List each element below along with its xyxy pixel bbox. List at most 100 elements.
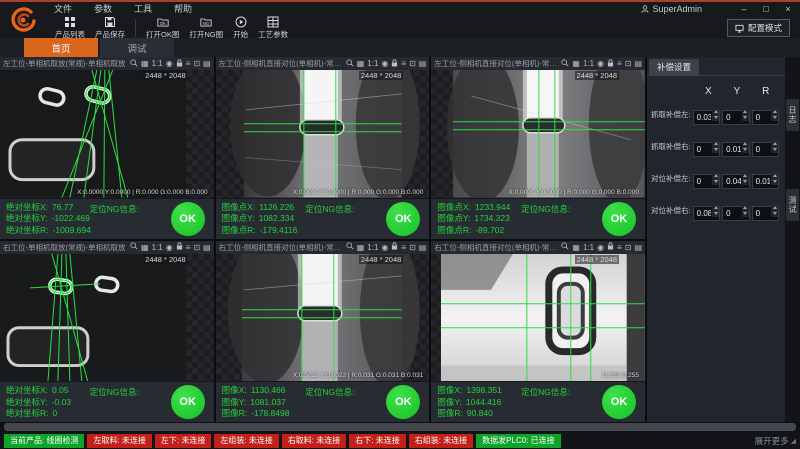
zoom-icon[interactable] [346, 242, 354, 252]
start-button[interactable]: 开始 [228, 15, 253, 41]
window-controls: – □ × [738, 4, 794, 14]
ok-indicator[interactable]: OK [386, 202, 420, 236]
menu-help[interactable]: 帮助 [174, 2, 192, 15]
spinner-arrows[interactable] [742, 140, 749, 153]
fit-view-icon[interactable]: ⊡ [193, 243, 200, 252]
tab-debug[interactable]: 调试 [100, 38, 174, 57]
eye-icon[interactable]: ◉ [166, 243, 173, 252]
lock-icon[interactable] [607, 59, 614, 69]
spinner-arrows[interactable] [712, 204, 719, 217]
maximize-button[interactable]: □ [760, 4, 772, 14]
list-icon[interactable]: ≡ [186, 59, 191, 68]
spinner-arrows[interactable] [771, 204, 778, 217]
side-tab-log[interactable]: 日志 [786, 99, 799, 131]
list-icon[interactable]: ≡ [617, 59, 622, 68]
spinner-arrows[interactable] [712, 108, 719, 121]
camera-view[interactable]: 2448 * 2048 G:255 B:255 [431, 254, 645, 382]
img-x-label: 图像点X: [437, 202, 471, 212]
lock-icon[interactable] [391, 59, 398, 69]
save-image-icon[interactable]: ▤ [419, 59, 427, 68]
process-params-button[interactable]: 工艺参数 [253, 15, 293, 41]
expand-more-button[interactable]: 展开更多 ◢ [755, 435, 796, 447]
img-y-label: 图像点Y: [222, 213, 255, 223]
save-image-icon[interactable]: ▤ [419, 243, 427, 252]
spinner-arrows[interactable] [742, 172, 749, 185]
panel-info: 绝对坐标X:76.77 绝对坐标Y:-1022.469 绝对坐标R:-1009.… [0, 198, 214, 239]
ok-indicator[interactable]: OK [602, 385, 636, 419]
list-icon[interactable]: ≡ [401, 59, 406, 68]
side-tab-test[interactable]: 测试 [786, 189, 799, 221]
save-image-icon[interactable]: ▤ [203, 59, 211, 68]
menu-file[interactable]: 文件 [54, 2, 72, 15]
eye-icon[interactable]: ◉ [597, 59, 604, 68]
zoom-icon[interactable] [561, 242, 569, 252]
save-image-icon[interactable]: ▤ [634, 59, 642, 68]
bottom-panel-handle[interactable] [0, 422, 800, 432]
zoom-icon[interactable] [561, 59, 569, 69]
menu-params[interactable]: 参数 [94, 2, 112, 15]
one-to-one-icon[interactable]: 1:1 [367, 59, 378, 68]
ng-info-label: 定位NG信息: [521, 203, 570, 215]
coord-x-value: 76.77 [52, 202, 73, 212]
one-to-one-icon[interactable]: 1:1 [367, 243, 378, 252]
panel-title: 右工位-侧相机直接对位(单相机)-常规目标定位 [434, 242, 561, 253]
config-mode-button[interactable]: 配置模式 [727, 19, 790, 37]
image-icon[interactable]: ▦ [572, 243, 580, 252]
ok-indicator[interactable]: OK [602, 202, 636, 236]
save-image-icon[interactable]: ▤ [203, 243, 211, 252]
minimize-button[interactable]: – [738, 4, 750, 14]
spinner-arrows[interactable] [771, 172, 778, 185]
camera-view[interactable]: 2448 * 2048 X:0.0000 Y:0.0000 | R:0.000 … [431, 70, 645, 198]
camera-view[interactable]: 2448 * 2048 X:0.0000 Y:0.0000 | R:0.000 … [0, 70, 214, 198]
spinner-arrows[interactable] [712, 140, 719, 153]
lock-icon[interactable] [176, 59, 183, 69]
spinner-arrows[interactable] [771, 108, 778, 121]
fit-view-icon[interactable]: ⊡ [409, 59, 416, 68]
one-to-one-icon[interactable]: 1:1 [583, 59, 594, 68]
img-y-value: 1082.334 [259, 213, 294, 223]
zoom-icon[interactable] [130, 59, 138, 69]
tab-home[interactable]: 首页 [24, 38, 98, 57]
camera-view[interactable]: 2448 * 2048 X:0.0000 Y:0.0000 | R:0.000 … [216, 70, 430, 198]
image-icon[interactable]: ▦ [357, 59, 365, 68]
fit-view-icon[interactable]: ⊡ [625, 243, 632, 252]
spinner-arrows[interactable] [742, 204, 749, 217]
list-icon[interactable]: ≡ [617, 243, 622, 252]
compensation-tab[interactable]: 补偿设置 [649, 59, 699, 75]
ok-indicator[interactable]: OK [171, 385, 205, 419]
save-image-icon[interactable]: ▤ [634, 243, 642, 252]
close-button[interactable]: × [782, 4, 794, 14]
list-icon[interactable]: ≡ [186, 243, 191, 252]
user-account[interactable]: SuperAdmin [641, 4, 702, 14]
zoom-icon[interactable] [346, 59, 354, 69]
lock-icon[interactable] [176, 242, 183, 252]
image-icon[interactable]: ▦ [141, 243, 149, 252]
camera-view[interactable]: 2448 * 2048 [0, 254, 214, 382]
list-icon[interactable]: ≡ [401, 243, 406, 252]
ok-indicator[interactable]: OK [171, 202, 205, 236]
image-icon[interactable]: ▦ [572, 59, 580, 68]
fit-view-icon[interactable]: ⊡ [625, 59, 632, 68]
image-icon[interactable]: ▦ [141, 59, 149, 68]
lock-icon[interactable] [391, 242, 398, 252]
eye-icon[interactable]: ◉ [381, 243, 388, 252]
lock-icon[interactable] [607, 242, 614, 252]
spinner-arrows[interactable] [742, 108, 749, 121]
one-to-one-icon[interactable]: 1:1 [152, 59, 163, 68]
camera-view[interactable]: 2448 * 2048 X:0.5022 Y:0.8022 | R:0.031 … [216, 254, 430, 382]
one-to-one-icon[interactable]: 1:1 [583, 243, 594, 252]
fit-view-icon[interactable]: ⊡ [193, 59, 200, 68]
eye-icon[interactable]: ◉ [381, 59, 388, 68]
one-to-one-icon[interactable]: 1:1 [152, 243, 163, 252]
eye-icon[interactable]: ◉ [597, 243, 604, 252]
open-ng-image-button[interactable]: NG 打开NG图 [184, 15, 228, 41]
eye-icon[interactable]: ◉ [166, 59, 173, 68]
menu-tools[interactable]: 工具 [134, 2, 152, 15]
spinner-arrows[interactable] [771, 140, 778, 153]
zoom-icon[interactable] [130, 242, 138, 252]
fit-view-icon[interactable]: ⊡ [409, 243, 416, 252]
ok-indicator[interactable]: OK [386, 385, 420, 419]
spinner-arrows[interactable] [712, 172, 719, 185]
col-y: Y [724, 86, 751, 97]
image-icon[interactable]: ▦ [357, 243, 365, 252]
